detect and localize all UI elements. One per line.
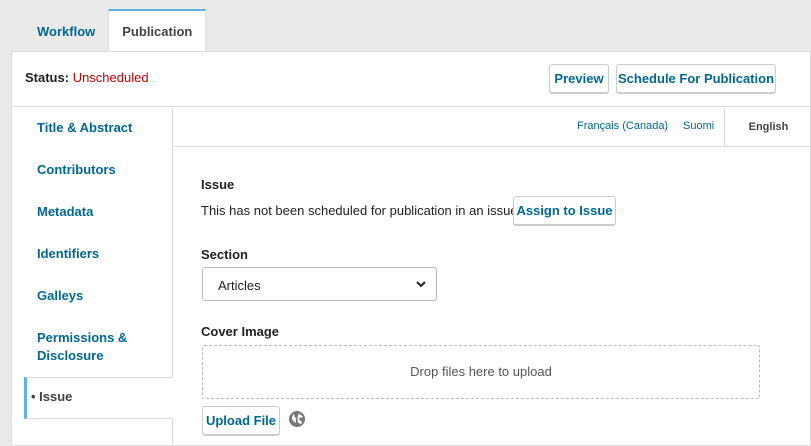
- sidebar-item-issue[interactable]: • Issue: [24, 377, 173, 419]
- sidebar-item-galleys[interactable]: Galleys: [37, 287, 83, 305]
- language-francais-canada[interactable]: Français (Canada): [577, 120, 668, 132]
- status-value: Unscheduled: [72, 70, 149, 85]
- section-field-label: Section: [201, 247, 248, 262]
- sidebar-item-permissions-line2: Disclosure: [37, 348, 104, 363]
- section-select[interactable]: Articles: [202, 267, 437, 301]
- sidebar-item-permissions-disclosure[interactable]: Permissions & Disclosure: [37, 329, 127, 365]
- sidebar-item-issue-label: • Issue: [31, 389, 73, 404]
- section-select-value: Articles: [218, 278, 261, 293]
- status-indicator: Status: Unscheduled: [25, 70, 149, 85]
- sidebar-item-identifiers[interactable]: Identifiers: [37, 245, 99, 263]
- status-label: Status:: [25, 70, 70, 85]
- tab-publication[interactable]: Publication: [108, 9, 207, 52]
- sidebar-item-permissions-line1: Permissions &: [37, 330, 128, 345]
- sidebar-item-metadata[interactable]: Metadata: [37, 203, 93, 221]
- assign-to-issue-button[interactable]: Assign to Issue: [513, 196, 616, 225]
- sidebar-item-contributors[interactable]: Contributors: [37, 161, 116, 179]
- cover-image-dropzone[interactable]: Drop files here to upload: [202, 345, 760, 399]
- preview-button[interactable]: Preview: [549, 64, 609, 93]
- globe-icon[interactable]: [288, 410, 306, 428]
- language-suomi[interactable]: Suomi: [683, 120, 714, 132]
- publication-panel: Status: Unscheduled Preview Schedule For…: [11, 51, 811, 446]
- sidebar-item-title-abstract[interactable]: Title & Abstract: [37, 119, 132, 137]
- schedule-for-publication-button[interactable]: Schedule For Publication: [616, 64, 776, 93]
- issue-field-label: Issue: [201, 177, 235, 192]
- language-english[interactable]: English: [724, 107, 811, 147]
- issue-status-text: This has not been scheduled for publicat…: [201, 203, 522, 218]
- publication-header: Status: Unscheduled Preview Schedule For…: [12, 52, 811, 107]
- publication-sidebar: Title & Abstract Contributors Metadata I…: [12, 107, 173, 446]
- cover-image-field-label: Cover Image: [201, 324, 280, 339]
- chevron-down-icon: [416, 281, 426, 288]
- publication-tabs: Workflow Publication: [24, 9, 207, 52]
- language-switcher: Français (Canada) Suomi English: [174, 107, 811, 147]
- tab-workflow[interactable]: Workflow: [24, 9, 108, 52]
- upload-file-button[interactable]: Upload File: [202, 406, 280, 435]
